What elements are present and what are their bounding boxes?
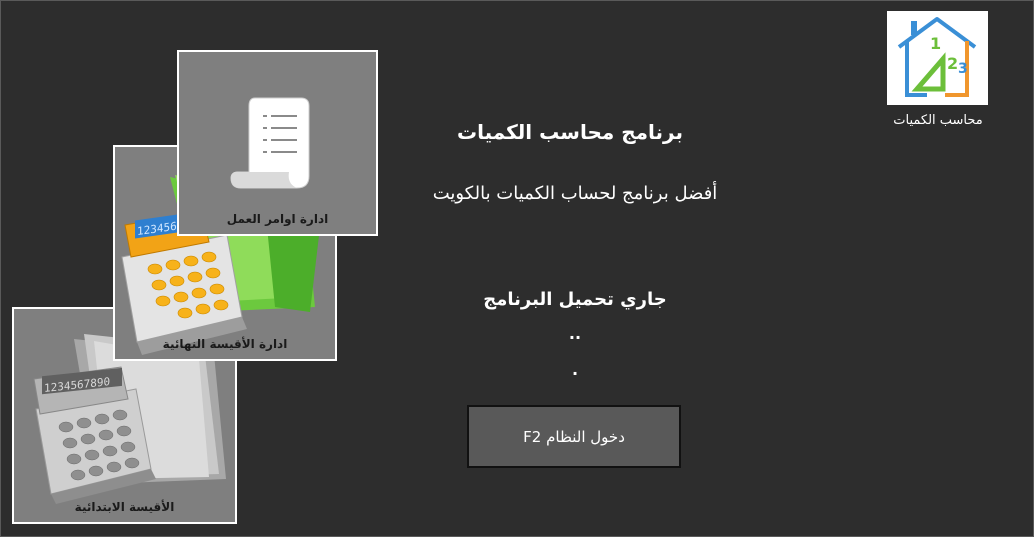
final-measurements-label: ادارة الأقيسة النهائية <box>162 337 288 351</box>
app-subtitle: أفضل برنامج لحساب الكميات بالكويت <box>432 183 718 204</box>
initial-measurements-label: الأقيسة الابتدائية <box>74 500 175 514</box>
svg-text:2: 2 <box>947 54 958 73</box>
logo-caption: محاسب الكميات <box>893 113 983 128</box>
app-logo: 1 2 3 <box>887 11 988 105</box>
house-ruler-logo-icon: 1 2 3 <box>897 17 977 97</box>
app-title: برنامج محاسب الكميات <box>456 120 683 144</box>
enter-system-button[interactable]: دخول النظام F2 <box>467 405 681 468</box>
work-orders-label: ادارة اوامر العمل <box>226 212 329 226</box>
work-orders-card[interactable]: ادارة اوامر العمل <box>177 50 378 236</box>
loading-status: جاري تحميل البرنامج <box>483 289 667 310</box>
svg-text:3: 3 <box>958 61 968 77</box>
loading-dots-2: . <box>571 360 579 379</box>
svg-text:1: 1 <box>930 34 941 53</box>
document-icon <box>230 97 310 189</box>
loading-dots-1: .. <box>568 324 582 343</box>
